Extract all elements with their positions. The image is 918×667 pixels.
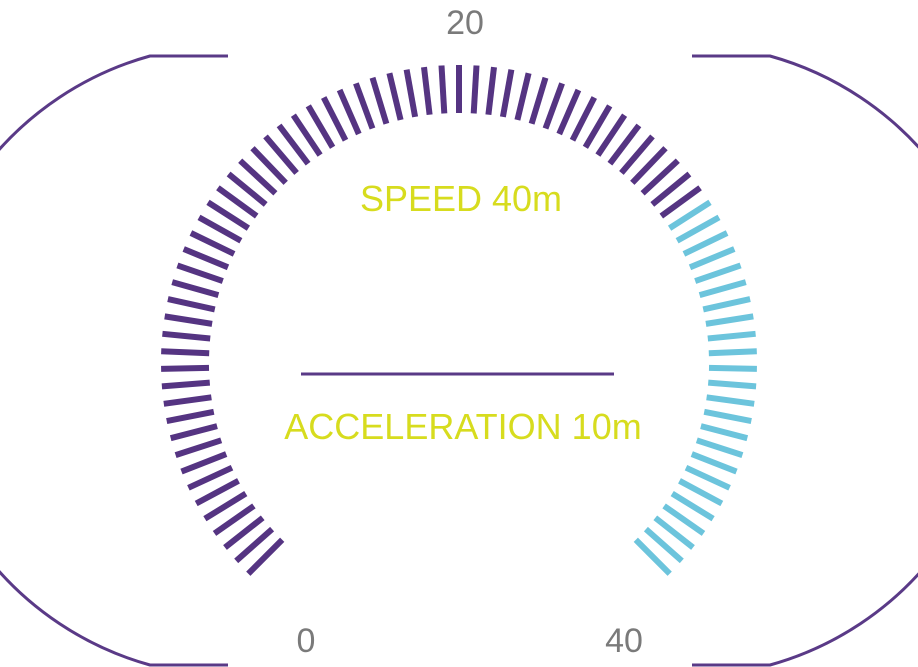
gauge-tick (167, 296, 216, 313)
left-bracket (0, 54, 228, 667)
gauge-tick (164, 313, 213, 327)
gauge-tick (702, 296, 751, 313)
gauge-tick (556, 88, 582, 136)
gauge-tick (166, 408, 215, 425)
gauge-tick (180, 451, 228, 475)
scale-label-min: 0 (297, 622, 316, 660)
gauge-tick (514, 72, 532, 121)
gauge-tick (369, 76, 390, 125)
speed-readout: SPEED 40m (360, 178, 562, 219)
gauge-tick (695, 437, 744, 458)
acceleration-readout: ACCELERATION 10m (284, 406, 641, 447)
gauge-tick (707, 330, 756, 342)
gauge-tick (176, 262, 224, 284)
gauge-tick (386, 72, 404, 121)
gauge-tick (703, 408, 752, 425)
right-bracket (692, 54, 918, 667)
gauge-tick (336, 88, 362, 136)
gauge-tick (174, 437, 223, 458)
gauge-tick (499, 69, 515, 118)
gauge-tick (708, 364, 757, 372)
gauge-tick (171, 279, 220, 298)
gauge-tick (707, 379, 757, 390)
gauge-tick (700, 423, 749, 442)
gauge-ticks (161, 65, 757, 576)
gauge-tick (161, 348, 210, 357)
gauge-tick (542, 82, 565, 130)
gauge-tick (470, 65, 480, 114)
gauge-tick (688, 246, 736, 271)
gauge-tick (708, 348, 757, 357)
gauge-tick (706, 394, 755, 407)
gauge-tick (438, 65, 448, 114)
gauge-tick (353, 82, 376, 130)
gauge-tick (705, 313, 754, 327)
gauge-tick (485, 66, 497, 116)
gauge-tick (694, 262, 742, 284)
scale-label-max: 40 (605, 622, 643, 660)
gauge-tick (161, 364, 210, 372)
gauge-tick (182, 246, 230, 271)
gauge-tick (162, 330, 211, 342)
gauge-tick (169, 423, 218, 442)
gauge-tick (403, 69, 419, 118)
gauge-tick (161, 379, 211, 390)
speed-gauge: SPEED 40m ACCELERATION 10m 20 0 40 (0, 4, 918, 667)
gauge-tick (690, 451, 738, 475)
scale-label-max-top: 20 (446, 4, 484, 42)
gauge-tick (528, 76, 549, 125)
gauge-tick (163, 394, 212, 407)
gauge-tick (698, 279, 747, 298)
gauge-tick (421, 66, 433, 116)
